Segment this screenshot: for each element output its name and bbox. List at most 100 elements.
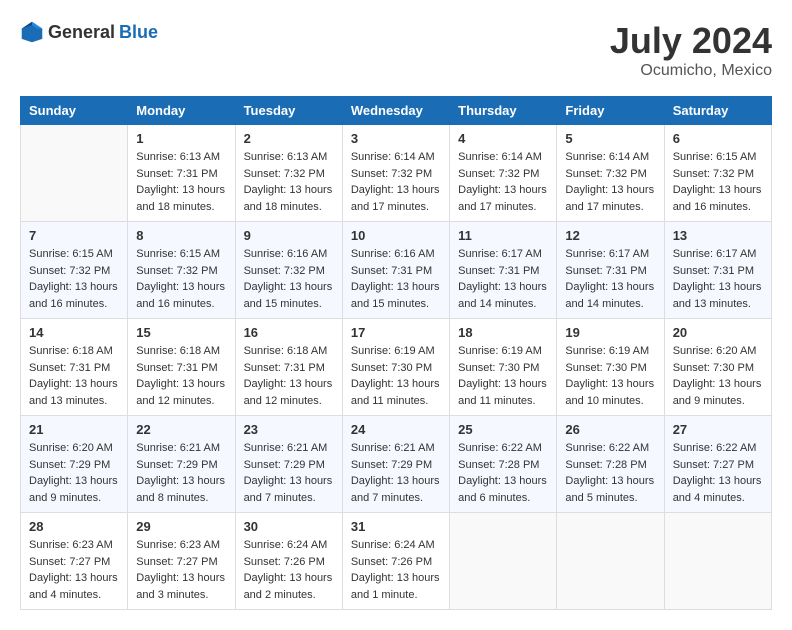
sun-info: Sunrise: 6:19 AMSunset: 7:30 PMDaylight:… (565, 343, 655, 409)
calendar-cell: 21 Sunrise: 6:20 AMSunset: 7:29 PMDayligh… (21, 416, 128, 513)
sun-info: Sunrise: 6:22 AMSunset: 7:28 PMDaylight:… (458, 440, 548, 506)
calendar-cell (664, 513, 771, 610)
logo-general-text: General (48, 22, 115, 43)
calendar-table: SundayMondayTuesdayWednesdayThursdayFrid… (20, 96, 772, 610)
sun-info: Sunrise: 6:23 AMSunset: 7:27 PMDaylight:… (29, 537, 119, 603)
calendar-cell: 15Sunrise: 6:18 AMSunset: 7:31 PMDayligh… (128, 319, 235, 416)
calendar-cell: 19 Sunrise: 6:19 AMSunset: 7:30 PMDayligh… (557, 319, 664, 416)
calendar-cell: 5 Sunrise: 6:14 AMSunset: 7:32 PMDaylight… (557, 125, 664, 222)
calendar-cell: 24 Sunrise: 6:21 AMSunset: 7:29 PMDayligh… (342, 416, 449, 513)
day-number: 19 (565, 325, 655, 340)
calendar-cell: 4Sunrise: 6:14 AMSunset: 7:32 PMDaylight… (450, 125, 557, 222)
day-number: 10 (351, 228, 441, 243)
day-number: 25 (458, 422, 548, 437)
calendar-cell: 14 Sunrise: 6:18 AMSunset: 7:31 PMDayligh… (21, 319, 128, 416)
calendar-cell: 16Sunrise: 6:18 AMSunset: 7:31 PMDayligh… (235, 319, 342, 416)
day-number: 31 (351, 519, 441, 534)
calendar-week-row-3: 14 Sunrise: 6:18 AMSunset: 7:31 PMDayligh… (21, 319, 772, 416)
day-number: 4 (458, 131, 548, 146)
day-number: 12 (565, 228, 655, 243)
sun-info: Sunrise: 6:21 AMSunset: 7:29 PMDaylight:… (351, 440, 441, 506)
weekday-header-friday: Friday (557, 97, 664, 125)
day-number: 18 (458, 325, 548, 340)
calendar-week-row-2: 7 Sunrise: 6:15 AMSunset: 7:32 PMDaylight… (21, 222, 772, 319)
day-number: 3 (351, 131, 441, 146)
day-number: 7 (29, 228, 119, 243)
calendar-cell (557, 513, 664, 610)
day-number: 14 (29, 325, 119, 340)
day-number: 5 (565, 131, 655, 146)
location-subtitle: Ocumicho, Mexico (610, 62, 772, 80)
day-number: 24 (351, 422, 441, 437)
day-number: 21 (29, 422, 119, 437)
sun-info: Sunrise: 6:24 AMSunset: 7:26 PMDaylight:… (351, 537, 441, 603)
day-number: 13 (673, 228, 763, 243)
day-number: 29 (136, 519, 226, 534)
weekday-header-row: SundayMondayTuesdayWednesdayThursdayFrid… (21, 97, 772, 125)
logo-blue-text: Blue (119, 22, 158, 43)
weekday-header-sunday: Sunday (21, 97, 128, 125)
sun-info: Sunrise: 6:13 AMSunset: 7:32 PMDaylight:… (244, 149, 334, 215)
sun-info: Sunrise: 6:20 AMSunset: 7:29 PMDaylight:… (29, 440, 119, 506)
day-number: 22 (136, 422, 226, 437)
calendar-week-row-5: 28 Sunrise: 6:23 AMSunset: 7:27 PMDayligh… (21, 513, 772, 610)
day-number: 28 (29, 519, 119, 534)
calendar-cell: 6Sunrise: 6:15 AMSunset: 7:32 PMDaylight… (664, 125, 771, 222)
sun-info: Sunrise: 6:22 AMSunset: 7:27 PMDaylight:… (673, 440, 763, 506)
calendar-cell: 23 Sunrise: 6:21 AMSunset: 7:29 PMDayligh… (235, 416, 342, 513)
day-number: 26 (565, 422, 655, 437)
sun-info: Sunrise: 6:17 AMSunset: 7:31 PMDaylight:… (458, 246, 548, 312)
calendar-cell: 9 Sunrise: 6:16 AMSunset: 7:32 PMDaylight… (235, 222, 342, 319)
sun-info: Sunrise: 6:23 AMSunset: 7:27 PMDaylight:… (136, 537, 226, 603)
sun-info: Sunrise: 6:18 AMSunset: 7:31 PMDaylight:… (244, 343, 334, 409)
calendar-cell: 22Sunrise: 6:21 AMSunset: 7:29 PMDayligh… (128, 416, 235, 513)
day-number: 9 (244, 228, 334, 243)
page-header: General Blue July 2024 Ocumicho, Mexico (20, 20, 772, 80)
calendar-cell (21, 125, 128, 222)
sun-info: Sunrise: 6:16 AMSunset: 7:32 PMDaylight:… (244, 246, 334, 312)
calendar-cell: 31 Sunrise: 6:24 AMSunset: 7:26 PMDayligh… (342, 513, 449, 610)
sun-info: Sunrise: 6:14 AMSunset: 7:32 PMDaylight:… (565, 149, 655, 215)
calendar-cell: 17 Sunrise: 6:19 AMSunset: 7:30 PMDayligh… (342, 319, 449, 416)
day-number: 1 (136, 131, 226, 146)
sun-info: Sunrise: 6:19 AMSunset: 7:30 PMDaylight:… (458, 343, 548, 409)
logo-icon (20, 20, 44, 44)
calendar-cell: 20 Sunrise: 6:20 AMSunset: 7:30 PMDayligh… (664, 319, 771, 416)
calendar-cell: 3Sunrise: 6:14 AMSunset: 7:32 PMDaylight… (342, 125, 449, 222)
calendar-cell: 27 Sunrise: 6:22 AMSunset: 7:27 PMDayligh… (664, 416, 771, 513)
day-number: 6 (673, 131, 763, 146)
sun-info: Sunrise: 6:15 AMSunset: 7:32 PMDaylight:… (136, 246, 226, 312)
calendar-cell: 8 Sunrise: 6:15 AMSunset: 7:32 PMDaylight… (128, 222, 235, 319)
sun-info: Sunrise: 6:16 AMSunset: 7:31 PMDaylight:… (351, 246, 441, 312)
day-number: 27 (673, 422, 763, 437)
day-number: 17 (351, 325, 441, 340)
calendar-cell: 13Sunrise: 6:17 AMSunset: 7:31 PMDayligh… (664, 222, 771, 319)
day-number: 8 (136, 228, 226, 243)
sun-info: Sunrise: 6:21 AMSunset: 7:29 PMDaylight:… (244, 440, 334, 506)
calendar-cell: 2 Sunrise: 6:13 AMSunset: 7:32 PMDaylight… (235, 125, 342, 222)
calendar-cell: 26Sunrise: 6:22 AMSunset: 7:28 PMDayligh… (557, 416, 664, 513)
sun-info: Sunrise: 6:17 AMSunset: 7:31 PMDaylight:… (565, 246, 655, 312)
sun-info: Sunrise: 6:18 AMSunset: 7:31 PMDaylight:… (29, 343, 119, 409)
weekday-header-monday: Monday (128, 97, 235, 125)
day-number: 15 (136, 325, 226, 340)
weekday-header-thursday: Thursday (450, 97, 557, 125)
calendar-cell: 25 Sunrise: 6:22 AMSunset: 7:28 PMDayligh… (450, 416, 557, 513)
title-block: July 2024 Ocumicho, Mexico (610, 20, 772, 80)
calendar-week-row-1: 1 Sunrise: 6:13 AMSunset: 7:31 PMDaylight… (21, 125, 772, 222)
calendar-cell (450, 513, 557, 610)
day-number: 23 (244, 422, 334, 437)
sun-info: Sunrise: 6:20 AMSunset: 7:30 PMDaylight:… (673, 343, 763, 409)
calendar-cell: 29 Sunrise: 6:23 AMSunset: 7:27 PMDayligh… (128, 513, 235, 610)
calendar-cell: 11Sunrise: 6:17 AMSunset: 7:31 PMDayligh… (450, 222, 557, 319)
weekday-header-tuesday: Tuesday (235, 97, 342, 125)
calendar-cell: 10 Sunrise: 6:16 AMSunset: 7:31 PMDayligh… (342, 222, 449, 319)
sun-info: Sunrise: 6:13 AMSunset: 7:31 PMDaylight:… (136, 149, 226, 215)
day-number: 30 (244, 519, 334, 534)
calendar-week-row-4: 21 Sunrise: 6:20 AMSunset: 7:29 PMDayligh… (21, 416, 772, 513)
day-number: 20 (673, 325, 763, 340)
day-number: 2 (244, 131, 334, 146)
sun-info: Sunrise: 6:19 AMSunset: 7:30 PMDaylight:… (351, 343, 441, 409)
calendar-cell: 28 Sunrise: 6:23 AMSunset: 7:27 PMDayligh… (21, 513, 128, 610)
month-year-title: July 2024 (610, 20, 772, 62)
